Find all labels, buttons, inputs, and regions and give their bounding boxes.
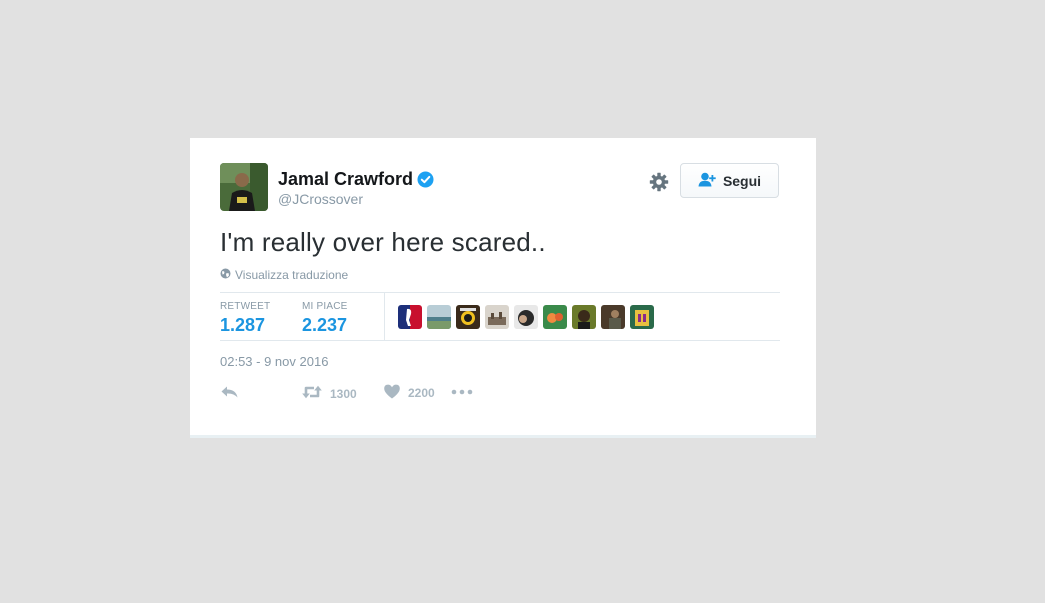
verified-badge-icon: [417, 171, 434, 188]
translate-label[interactable]: Visualizza traduzione: [235, 268, 348, 282]
reply-action[interactable]: [220, 384, 239, 403]
tweet-card: Jamal Crawford @JCrossover Segui I'm rea…: [190, 138, 816, 438]
follow-button[interactable]: Segui: [680, 163, 779, 198]
stats-divider: [384, 293, 385, 340]
more-icon: [451, 384, 473, 403]
likes-stat[interactable]: MI PIACE 2.237: [302, 301, 348, 336]
tweet-stats: RETWEET 1.287 MI PIACE 2.237: [220, 292, 780, 341]
liker-avatar[interactable]: [427, 305, 451, 329]
gear-icon[interactable]: [649, 172, 669, 192]
retweet-stat[interactable]: RETWEET 1.287: [220, 301, 270, 336]
heart-icon: [384, 384, 400, 402]
retweet-icon: [302, 384, 322, 403]
liker-avatar[interactable]: [398, 305, 422, 329]
liker-avatar[interactable]: [514, 305, 538, 329]
liker-avatar[interactable]: [630, 305, 654, 329]
more-action[interactable]: [451, 384, 473, 403]
retweet-stat-value: 1.287: [220, 315, 266, 335]
translate-link[interactable]: Visualizza traduzione: [220, 268, 348, 282]
retweet-action[interactable]: 1300: [302, 384, 357, 403]
liker-avatar[interactable]: [543, 305, 567, 329]
liker-avatar[interactable]: [485, 305, 509, 329]
author-handle[interactable]: @JCrossover: [278, 191, 363, 207]
retweet-stat-label: RETWEET: [220, 301, 271, 312]
author-name[interactable]: Jamal Crawford: [278, 169, 434, 190]
retweet-count: 1300: [330, 386, 357, 401]
globe-icon: [220, 268, 231, 282]
tweet-text: I'm really over here scared..: [220, 227, 546, 257]
likes-stat-label: MI PIACE: [302, 301, 348, 312]
author-name-text[interactable]: Jamal Crawford: [278, 169, 413, 190]
liker-avatar[interactable]: [601, 305, 625, 329]
author-avatar[interactable]: [220, 163, 268, 211]
like-count: 2200: [408, 386, 435, 400]
tweet-timestamp[interactable]: 02:53 - 9 nov 2016: [220, 354, 328, 369]
liker-avatar[interactable]: [572, 305, 596, 329]
card-bottom-border: [190, 435, 816, 438]
liker-avatars: [398, 305, 654, 329]
like-action[interactable]: 2200: [384, 384, 435, 402]
reply-icon: [220, 384, 239, 403]
add-user-icon: [698, 172, 717, 190]
likes-stat-value: 2.237: [302, 315, 348, 335]
liker-avatar[interactable]: [456, 305, 480, 329]
follow-label: Segui: [722, 172, 762, 189]
